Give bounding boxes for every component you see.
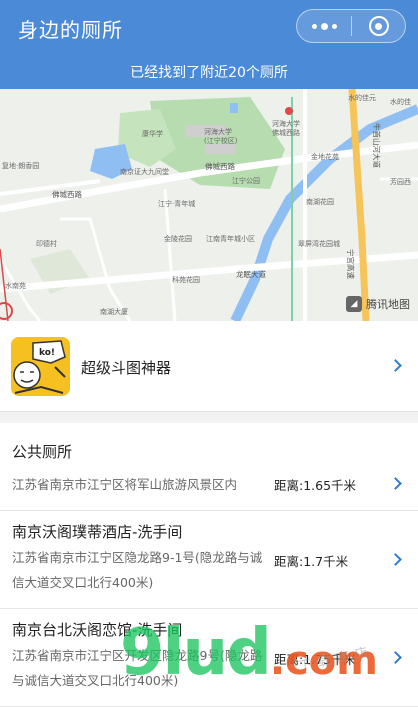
map-label-shuinan: 水南苑 [5, 282, 26, 290]
map-label-jiangning-park: 江宁公园 [232, 177, 260, 185]
list-item[interactable]: 公共厕所 江苏省南京市江宁区将军山旅游风景区内 距离:1.65千米 [0, 423, 418, 511]
map-road-longmian: 龙眠大道 [236, 270, 266, 279]
chevron-right-icon [389, 651, 402, 664]
item-distance: 距离:1.7千米 [274, 554, 349, 569]
map-label-water2: 水的佳 [390, 98, 411, 106]
list-item[interactable]: 南京沃阁璞蒂酒店-洗手间 江苏省南京市江宁区隐龙路9-1号(隐龙路与诚信大道交叉… [0, 511, 418, 609]
map-label-yinde: 印德村 [36, 240, 57, 248]
close-icon[interactable] [352, 10, 405, 42]
item-name: 公共厕所 [12, 443, 73, 461]
map-road-niushou: 牛首山河大道 [372, 123, 381, 168]
map-brand-label: 腾讯地图 [366, 298, 410, 311]
map-label-water: 水的佳元 [348, 94, 376, 102]
map-label-jiangnan: 江南青年城小区 [206, 235, 255, 243]
map-label-hohai-stop-2: 佛城西路 [272, 129, 300, 137]
app-title: 身边的厕所 [18, 18, 123, 42]
item-address: 江苏省南京市江宁区将军山旅游风景区内 [12, 477, 238, 492]
ad-row[interactable]: ko! 超级斗图神器 [0, 321, 418, 412]
chevron-right-icon [389, 477, 402, 490]
map-label-nanhu-garden: 南湖花园 [306, 198, 334, 206]
map-road-highway: 宁宫高速 [346, 249, 355, 279]
map-label-cuiping: 翠屏湾花园城 [298, 240, 340, 248]
header: 身边的厕所 已经找到了附近20个厕所 [0, 0, 418, 89]
map-label-hohai-campus: (江宁校区) [204, 137, 238, 145]
watermark-text: 9lud [120, 616, 272, 690]
map-label-jinling: 金陵花园 [164, 235, 192, 243]
spacer [0, 412, 418, 423]
ad-label: 超级斗图神器 [81, 359, 172, 377]
map-road-foucheng-2: 佛城西路 [205, 162, 235, 171]
map-road-foucheng: 佛城西路 [52, 190, 82, 199]
meme-face-icon: ko! [11, 337, 70, 396]
item-distance: 距离:1.65千米 [274, 478, 357, 493]
map-label-fuhua: 复地·朗香园 [2, 162, 40, 170]
item-name: 南京沃阁璞蒂酒店-洗手间 [12, 523, 183, 541]
chevron-right-icon [389, 359, 402, 372]
map-canvas [0, 89, 418, 321]
map-label-zhengda: 南京证大九间堂 [120, 168, 169, 176]
chevron-right-icon [389, 553, 402, 566]
miniprogram-capsule [296, 9, 406, 43]
item-address: 江苏省南京市江宁区隐龙路9-1号(隐龙路与诚信大道交叉口北行400米) [12, 550, 263, 590]
svg-text:ko!: ko! [39, 348, 55, 358]
tencent-map-logo-icon: ◢ [346, 296, 362, 312]
result-count-subtitle: 已经找到了附近20个厕所 [130, 65, 288, 81]
map-label-youth-city: 江宁·青年城 [158, 200, 196, 208]
map-brand: ◢ 腾讯地图 [346, 296, 410, 312]
map-label-jinshui: 金地花苑 [311, 153, 339, 161]
map-label-fangyuan: 芳园西 [390, 178, 411, 186]
map-label-nanhu: 南湖大厦 [100, 308, 128, 316]
map-label-kexue: 科苑花园 [172, 276, 200, 284]
map-label-kangping: 康华学 [142, 130, 163, 138]
map[interactable]: 河海大学 (江宁校区) 河海大学 佛城西路 佛城西路 佛城西路 龙眠大道 水的佳… [0, 89, 418, 321]
more-icon[interactable] [297, 10, 351, 42]
